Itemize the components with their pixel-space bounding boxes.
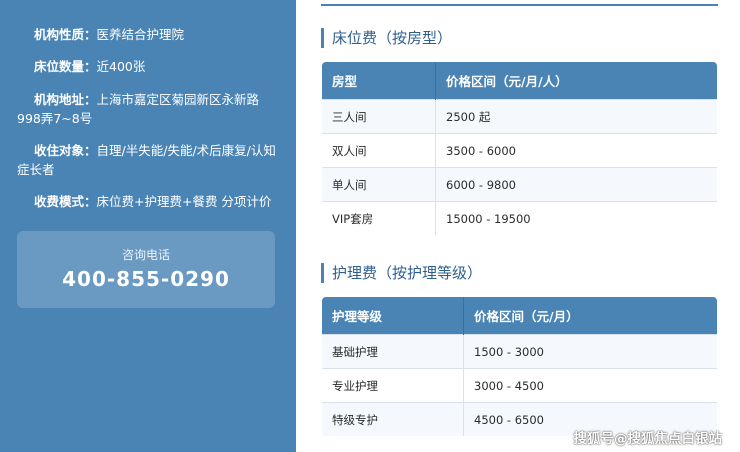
price-cell: 2500 起 <box>435 99 717 134</box>
price-cell: 3000 - 4500 <box>463 368 717 403</box>
info-label: 收住对象： <box>34 143 97 158</box>
info-fee-mode: 收费模式：床位费+护理费+餐费 分项计价 <box>17 192 279 211</box>
care-level-cell: 专业护理 <box>322 368 464 403</box>
room-type-cell: 单人间 <box>322 167 436 202</box>
table-row: 三人间 2500 起 <box>322 99 717 134</box>
table-row: 单人间 6000 - 9800 <box>322 167 717 202</box>
price-cell: 3500 - 6000 <box>435 133 717 168</box>
info-label: 机构地址： <box>34 92 97 107</box>
column-header: 护理等级 <box>322 297 464 335</box>
consult-label: 咨询电话 <box>121 248 170 262</box>
consult-box[interactable]: 咨询电话 400-855-0290 <box>17 231 275 308</box>
watermark: 搜狐号@搜狐焦点白银站 <box>573 431 723 447</box>
info-beds: 床位数量：近400张 <box>17 57 279 76</box>
care-level-cell: 特级专护 <box>322 402 464 436</box>
top-divider <box>321 4 718 6</box>
info-label: 床位数量： <box>34 59 97 74</box>
price-cell: 6000 - 9800 <box>435 167 717 202</box>
info-label: 机构性质： <box>34 27 97 42</box>
table-row: VIP套房 15000 - 19500 <box>322 201 717 235</box>
sidebar: 机构性质：医养结合护理院 床位数量：近400张 机构地址：上海市嘉定区菊园新区永… <box>0 0 296 452</box>
table-row: 双人间 3500 - 6000 <box>322 133 717 168</box>
consult-phone[interactable]: 400-855-0290 <box>17 267 275 291</box>
info-value: 床位费+护理费+餐费 分项计价 <box>96 194 272 209</box>
info-value: 医养结合护理院 <box>96 27 185 42</box>
care-fees-title: 护理费（按护理等级） <box>321 263 482 283</box>
info-address: 机构地址：上海市嘉定区菊园新区永新路998弄7~8号 <box>17 90 279 128</box>
care-fees-table: 护理等级 价格区间（元/月） 基础护理 1500 - 3000 专业护理 300… <box>321 296 718 437</box>
table-row: 基础护理 1500 - 3000 <box>322 334 717 369</box>
care-level-cell: 基础护理 <box>322 334 464 369</box>
column-header: 价格区间（元/月） <box>463 297 717 335</box>
column-header: 房型 <box>322 62 436 100</box>
room-type-cell: 双人间 <box>322 133 436 168</box>
price-cell: 1500 - 3000 <box>463 334 717 369</box>
info-nature: 机构性质：医养结合护理院 <box>17 25 279 44</box>
info-label: 收费模式： <box>34 194 97 209</box>
bed-fees-table: 房型 价格区间（元/月/人） 三人间 2500 起 双人间 3500 - 600… <box>321 61 718 236</box>
room-type-cell: 三人间 <box>322 99 436 134</box>
column-header: 价格区间（元/月/人） <box>435 62 717 100</box>
info-residents: 收住对象：自理/半失能/失能/术后康复/认知症长者 <box>17 141 279 179</box>
info-value: 近400张 <box>96 59 146 74</box>
room-type-cell: VIP套房 <box>322 201 436 235</box>
price-cell: 15000 - 19500 <box>435 201 717 235</box>
table-row: 专业护理 3000 - 4500 <box>322 368 717 403</box>
bed-fees-title: 床位费（按房型） <box>321 28 452 48</box>
